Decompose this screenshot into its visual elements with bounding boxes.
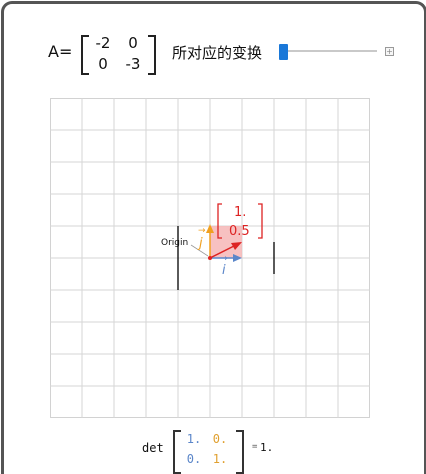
j-hat-label-arrow: → xyxy=(198,226,206,236)
slider-thumb[interactable] xyxy=(279,44,288,60)
det-cell-12: 0. xyxy=(212,432,228,446)
det-bracket-left xyxy=(173,430,181,474)
i-hat-label: i xyxy=(222,263,226,278)
transform-plot: Origin 1. 0.5 i → j → xyxy=(50,98,370,418)
vector-label-y: 0.5 xyxy=(229,224,250,239)
transform-caption: 所对应的变换 xyxy=(172,44,263,62)
matrix-cell-11: -2 xyxy=(95,34,111,52)
det-equals: = xyxy=(252,442,258,452)
origin-point xyxy=(208,256,212,260)
matrix-cell-21: 0 xyxy=(98,55,108,73)
det-value: 1. xyxy=(260,441,274,454)
det-bracket-right xyxy=(236,430,244,474)
origin-label: Origin xyxy=(161,238,189,248)
vector-label-x: 1. xyxy=(234,205,247,220)
matrix-label: A= xyxy=(48,42,73,61)
slider-track[interactable] xyxy=(285,50,377,52)
det-label: det xyxy=(142,441,164,455)
j-hat-label: j xyxy=(199,236,203,251)
det-cell-21: 0. xyxy=(186,452,202,466)
i-hat-label-arrow: → xyxy=(220,254,228,264)
det-cell-11: 1. xyxy=(186,432,202,446)
matrix-bracket-right xyxy=(148,35,156,75)
plot-canvas xyxy=(50,98,370,418)
slider-expand-button[interactable]: + xyxy=(385,47,394,56)
vector-label-bracket-right xyxy=(258,203,263,239)
det-cell-22: 1. xyxy=(212,452,228,466)
matrix-cell-12: 0 xyxy=(128,34,138,52)
matrix-cell-22: -3 xyxy=(125,55,141,73)
